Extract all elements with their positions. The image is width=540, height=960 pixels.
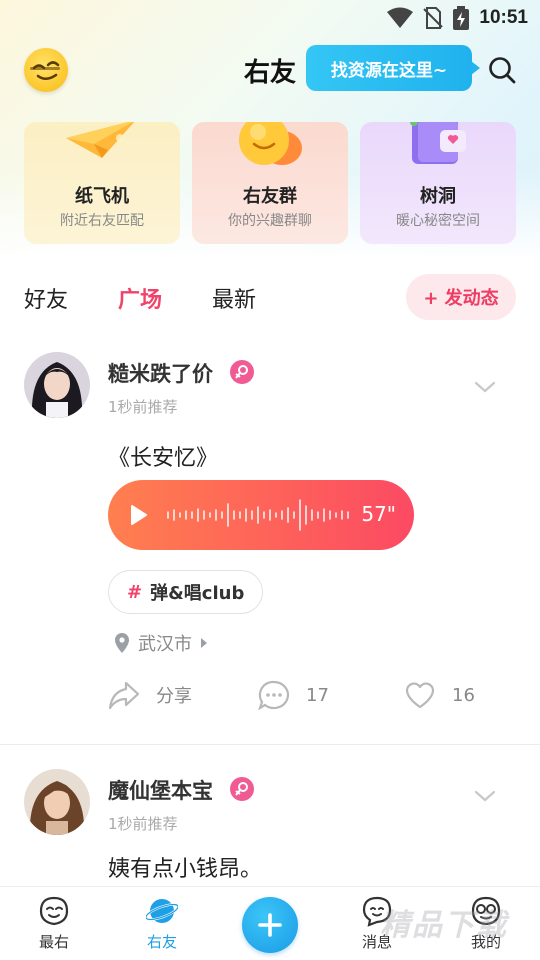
card-title: 树洞 <box>420 186 456 207</box>
hashtag-icon: # <box>127 581 143 603</box>
topic-tag[interactable]: # 弹&唱club <box>108 570 264 614</box>
post-status-button[interactable]: + 发动态 <box>406 274 516 320</box>
topic-label: 弹&唱club <box>150 583 245 604</box>
tab-latest[interactable]: 最新 <box>212 282 256 314</box>
chevron-down-icon[interactable] <box>474 380 496 394</box>
nav-item-youyou[interactable]: 右友 <box>122 887 202 960</box>
tab-square[interactable]: 广场 <box>118 282 162 314</box>
planet-icon <box>146 899 178 923</box>
voice-duration: 57" <box>361 502 396 526</box>
location-pin-icon <box>115 633 129 653</box>
status-bar: 10:51 <box>0 0 540 36</box>
share-button[interactable]: 分享 <box>108 680 192 710</box>
search-icon[interactable] <box>486 54 518 86</box>
like-count: 16 <box>452 684 475 706</box>
group-chat-icon <box>239 122 302 165</box>
card-subtitle: 附近右友匹配 <box>60 213 144 229</box>
comment-count: 17 <box>306 684 329 706</box>
tab-friends[interactable]: 好友 <box>24 282 68 314</box>
card-paper-plane[interactable]: 纸飞机 附近右友匹配 <box>24 122 180 244</box>
create-post-button[interactable] <box>242 897 298 953</box>
feed-tabs: 好友 广场 最新 + 发动态 <box>0 272 540 322</box>
waveform-icon <box>167 499 349 531</box>
plus-icon <box>258 913 282 937</box>
no-sim-icon <box>423 7 444 29</box>
zuiyou-face-icon <box>39 896 69 926</box>
card-subtitle: 暖心秘密空间 <box>396 213 480 229</box>
voice-message-player[interactable]: 57" <box>108 480 414 550</box>
caret-right-icon <box>201 638 207 648</box>
location-label: 武汉市 <box>138 634 192 655</box>
status-icons: 10:51 <box>387 6 528 30</box>
tree-hole-icon <box>410 122 466 164</box>
share-label: 分享 <box>156 686 192 707</box>
card-group-chat[interactable]: 右友群 你的兴趣群聊 <box>192 122 348 244</box>
paper-plane-icon <box>66 122 135 158</box>
nav-item-zuiyou[interactable]: 最右 <box>14 887 94 960</box>
avatar[interactable] <box>24 352 90 418</box>
battery-charging-icon <box>453 6 470 30</box>
nav-label: 右友 <box>146 933 177 951</box>
feed-post: 魔仙堡本宝 1秒前推荐 姨有点小钱昂。 <box>0 744 540 894</box>
post-location[interactable]: 武汉市 <box>114 630 208 656</box>
app-header: 右友 找资源在这里~ <box>0 40 540 100</box>
watermark: 精品下载 <box>380 908 508 943</box>
card-title: 右友群 <box>243 186 297 207</box>
card-subtitle: 你的兴趣群聊 <box>228 213 312 229</box>
post-actions: 分享 17 16 <box>0 680 540 716</box>
post-author[interactable]: 糙米跌了价 <box>108 358 213 388</box>
card-title: 纸飞机 <box>75 186 129 207</box>
avatar-emoji-icon[interactable] <box>24 48 68 92</box>
page-title: 右友 <box>244 58 297 88</box>
nav-label: 最右 <box>38 933 69 951</box>
female-gender-icon <box>230 777 254 801</box>
card-tree-hole[interactable]: 树洞 暖心秘密空间 <box>360 122 516 244</box>
post-time: 1秒前推荐 <box>108 815 178 833</box>
status-time: 10:51 <box>479 7 528 28</box>
post-time: 1秒前推荐 <box>108 398 178 416</box>
avatar[interactable] <box>24 769 90 835</box>
like-button[interactable]: 16 <box>404 680 475 710</box>
heart-icon <box>405 682 435 709</box>
female-gender-icon <box>230 360 254 384</box>
feed-post: 糙米跌了价 1秒前推荐 《长安忆》 57" # 弹&唱club 武汉市 分享 1… <box>0 350 540 744</box>
post-author[interactable]: 魔仙堡本宝 <box>108 775 213 805</box>
comment-icon <box>258 680 290 710</box>
post-text: 姨有点小钱昂。 <box>108 857 263 882</box>
wifi-icon <box>387 7 414 28</box>
share-icon <box>108 681 140 710</box>
comment-button[interactable]: 17 <box>258 680 329 710</box>
feature-cards: 纸飞机 附近右友匹配 右友群 你的兴趣群聊 树洞 暖心秘密空间 <box>24 122 516 244</box>
play-icon[interactable] <box>130 504 148 526</box>
chevron-down-icon[interactable] <box>474 789 496 803</box>
resource-tooltip[interactable]: 找资源在这里~ <box>306 45 480 91</box>
post-text: 《长安忆》 <box>108 446 219 471</box>
